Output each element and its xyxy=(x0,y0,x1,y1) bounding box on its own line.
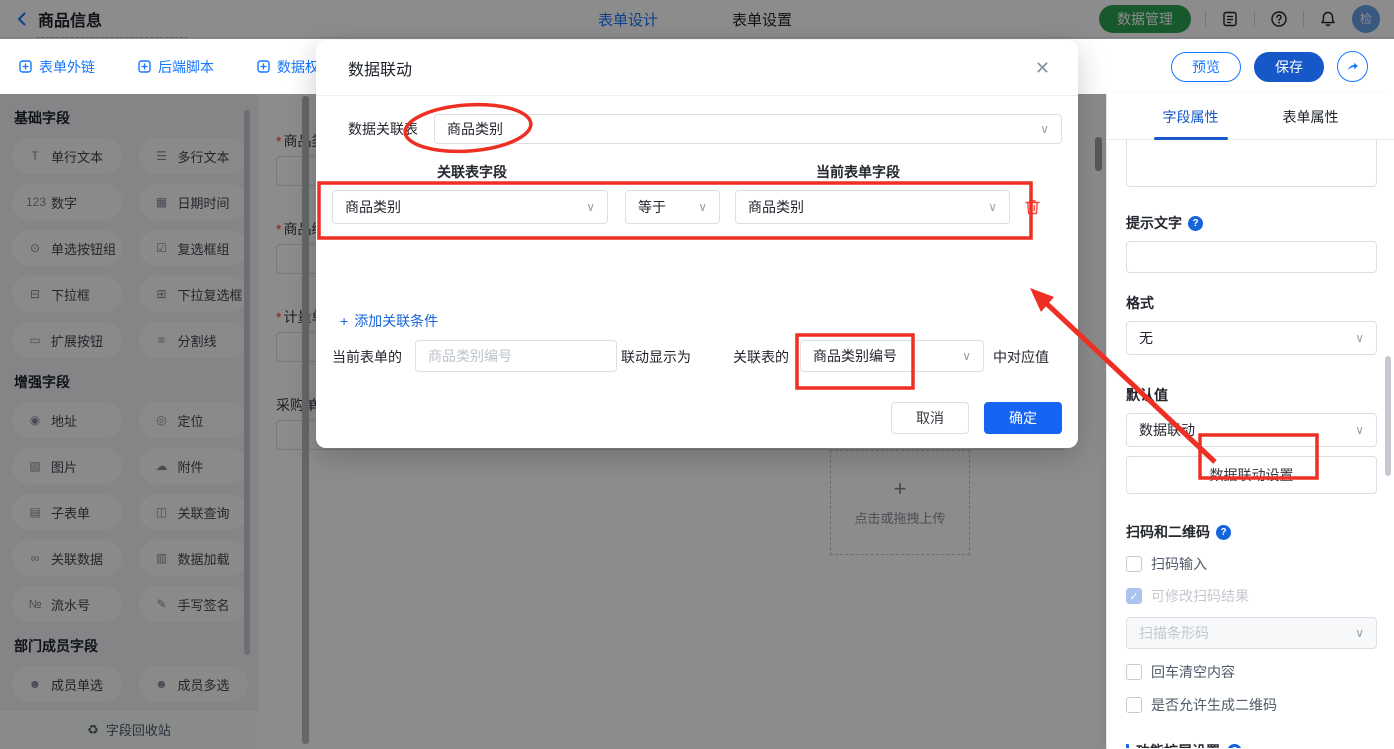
checkbox-row[interactable]: 是否允许生成二维码 xyxy=(1126,695,1377,715)
checkbox-row[interactable]: 回车清空内容 xyxy=(1126,662,1377,682)
linked-table-field-value: 商品类别 xyxy=(345,199,401,215)
modal-dim-overlay-top xyxy=(0,0,1394,39)
form-designer-app: 商品信息 表单设计 表单设置 数据管理 检 表单外链 后端脚本 数据权限 预览 … xyxy=(0,0,1394,749)
current-form-field-value: 商品类别 xyxy=(748,199,804,215)
data-linkage-setting-button[interactable]: 数据联动设置 xyxy=(1126,456,1377,494)
checkbox-icon xyxy=(1126,664,1142,680)
plus-icon: + xyxy=(340,313,349,329)
scan-mode-select[interactable]: 扫描条形码 ∨ xyxy=(1126,617,1377,649)
current-form-prefix-label: 当前表单的 xyxy=(332,349,402,365)
panel-scrollbar[interactable] xyxy=(1385,356,1391,476)
properties-panel: 字段属性 表单属性 提示文字 ? 格式 无 ∨ 默认值 数据联动 ∨ 数据联动设… xyxy=(1106,94,1394,749)
share-button[interactable] xyxy=(1337,51,1368,82)
checkbox-label: 是否允许生成二维码 xyxy=(1151,697,1277,713)
operator-value: 等于 xyxy=(638,199,666,215)
scan-checkbox-list: 扫码输入 可修改扫码结果 xyxy=(1126,554,1377,606)
toolbar-links: 表单外链 后端脚本 数据权限 xyxy=(18,57,333,77)
toolbar-link-icon xyxy=(138,60,151,73)
format-label: 格式 xyxy=(1126,295,1154,311)
checkbox-row[interactable]: 扫码输入 xyxy=(1126,554,1377,574)
default-value-label: 默认值 xyxy=(1126,387,1168,403)
checkbox-label: 可修改扫码结果 xyxy=(1151,588,1249,604)
modal-body: 数据关联表 商品类别 ∨ 关联表字段 当前表单字段 商品类别 ∨ 等于 ∨ 商品… xyxy=(316,96,1078,448)
link-table-label: 数据关联表 xyxy=(348,121,418,137)
default-value: 数据联动 xyxy=(1139,422,1195,438)
scan-section-title: 扫码和二维码 xyxy=(1126,524,1210,540)
format-value: 无 xyxy=(1139,330,1153,346)
chevron-down-icon: ∨ xyxy=(586,200,595,214)
chevron-down-icon: ∨ xyxy=(1355,331,1364,345)
linked-field-value: 商品类别编号 xyxy=(813,348,897,364)
field-description-textarea[interactable] xyxy=(1126,140,1377,187)
extension-section-row: 功能扩展设置 ? xyxy=(1126,741,1377,748)
current-field-value: 商品类别编号 xyxy=(428,348,512,364)
link-table-select[interactable]: 商品类别 ∨ xyxy=(434,114,1062,144)
toolbar-link-label: 表单外链 xyxy=(39,58,95,75)
operator-select[interactable]: 等于 ∨ xyxy=(625,190,720,224)
chevron-down-icon: ∨ xyxy=(988,200,997,214)
checkbox-icon xyxy=(1126,697,1142,713)
condition-row: 商品类别 ∨ 等于 ∨ 商品类别 ∨ xyxy=(316,190,1078,224)
chevron-down-icon: ∨ xyxy=(962,349,971,363)
chevron-down-icon: ∨ xyxy=(1355,626,1364,640)
toolbar-actions: 预览 保存 xyxy=(1171,51,1368,82)
modal-title: 数据联动 xyxy=(348,61,413,79)
section-accent-bar xyxy=(1126,744,1129,748)
data-linkage-modal: 数据联动 ✕ 数据关联表 商品类别 ∨ 关联表字段 当前表单字段 商品类别 ∨ xyxy=(316,40,1078,448)
modal-header: 数据联动 ✕ xyxy=(316,40,1078,96)
preview-button[interactable]: 预览 xyxy=(1171,51,1241,82)
share-arrow-icon xyxy=(1348,62,1358,71)
panel-tab[interactable]: 表单属性 xyxy=(1283,94,1339,140)
scan-mode-value: 扫描条形码 xyxy=(1139,625,1209,641)
help-icon[interactable]: ? xyxy=(1216,524,1231,540)
add-condition-link[interactable]: + 添加关联条件 xyxy=(340,311,438,331)
checkbox-icon xyxy=(1126,556,1142,572)
close-icon[interactable]: ✕ xyxy=(1035,59,1050,77)
corresponding-value-label: 中对应值 xyxy=(993,349,1049,365)
add-condition-label: 添加关联条件 xyxy=(354,313,439,329)
linked-table-field-select[interactable]: 商品类别 ∨ xyxy=(332,190,608,224)
panel-body: 提示文字 ? 格式 无 ∨ 默认值 数据联动 ∨ 数据联动设置 扫码和二维码 ? xyxy=(1107,140,1394,748)
chevron-down-icon: ∨ xyxy=(1040,122,1049,136)
confirm-button[interactable]: 确定 xyxy=(984,402,1062,434)
scan-section-row: 扫码和二维码 ? xyxy=(1126,522,1377,542)
current-field-input[interactable]: 商品类别编号 xyxy=(415,340,617,372)
hint-label-row: 提示文字 ? xyxy=(1126,213,1377,233)
toolbar-link[interactable]: 后端脚本 xyxy=(137,57,214,77)
modal-footer: 取消 确定 xyxy=(891,402,1062,434)
trash-icon xyxy=(1025,200,1040,215)
hint-text-input[interactable] xyxy=(1126,241,1377,273)
link-table-row: 数据关联表 商品类别 ∨ xyxy=(348,114,1062,144)
checkbox-label: 回车清空内容 xyxy=(1151,664,1235,680)
help-icon[interactable]: ? xyxy=(1227,743,1242,748)
panel-tab[interactable]: 字段属性 xyxy=(1163,94,1219,140)
toolbar-link[interactable]: 表单外链 xyxy=(18,57,95,77)
link-table-value: 商品类别 xyxy=(447,121,503,137)
cancel-button[interactable]: 取消 xyxy=(891,402,969,434)
current-form-field-header: 当前表单字段 xyxy=(816,164,900,180)
linked-field-select[interactable]: 商品类别编号 ∨ xyxy=(800,340,984,372)
other-checkbox-list: 回车清空内容 是否允许生成二维码 xyxy=(1126,662,1377,715)
mapping-row: 当前表单的 商品类别编号 联动显示为 关联表的 商品类别编号 ∨ 中对应值 xyxy=(316,340,1078,372)
checkbox-icon xyxy=(1126,588,1142,604)
toolbar-link-icon xyxy=(257,60,270,73)
format-select[interactable]: 无 ∨ xyxy=(1126,321,1377,355)
chevron-down-icon: ∨ xyxy=(1355,423,1364,437)
chevron-down-icon: ∨ xyxy=(698,200,707,214)
toolbar-link-icon xyxy=(19,60,32,73)
panel-tabs: 字段属性 表单属性 xyxy=(1107,94,1394,140)
linkage-display-label: 联动显示为 xyxy=(621,349,691,365)
default-value-select[interactable]: 数据联动 ∨ xyxy=(1126,413,1377,447)
delete-condition-button[interactable] xyxy=(1024,198,1041,219)
toolbar-link-label: 后端脚本 xyxy=(158,58,214,75)
checkbox-row[interactable]: 可修改扫码结果 xyxy=(1126,586,1377,606)
help-icon[interactable]: ? xyxy=(1188,215,1203,231)
linked-table-label: 关联表的 xyxy=(733,349,789,365)
current-form-field-select[interactable]: 商品类别 ∨ xyxy=(735,190,1010,224)
checkbox-label: 扫码输入 xyxy=(1151,556,1207,572)
linked-table-field-header: 关联表字段 xyxy=(437,164,507,180)
save-button[interactable]: 保存 xyxy=(1254,51,1324,82)
hint-label: 提示文字 xyxy=(1126,215,1182,231)
extension-section-title: 功能扩展设置 xyxy=(1136,741,1220,748)
